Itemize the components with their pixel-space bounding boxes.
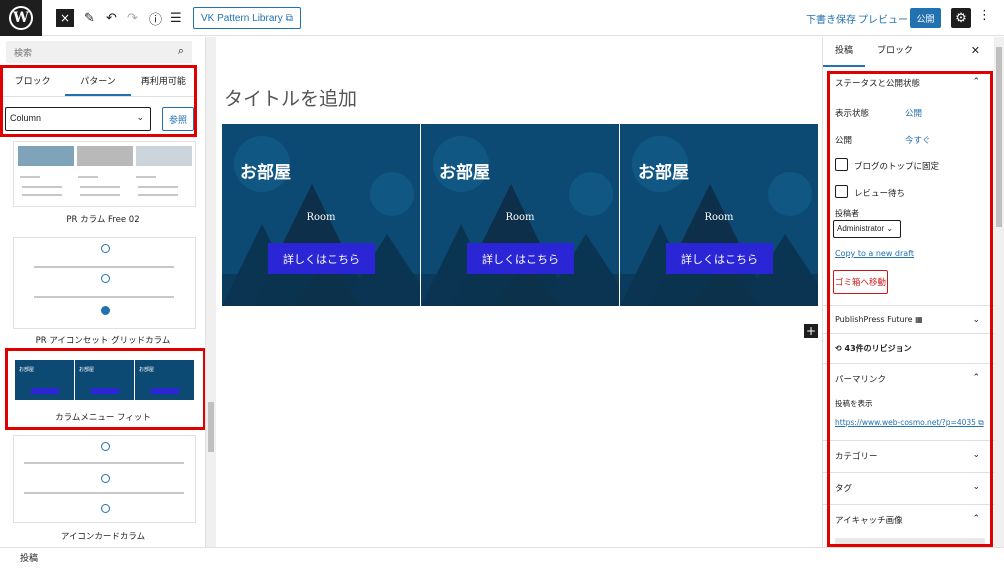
close-icon[interactable]: ✕ [971, 44, 980, 57]
info-icon[interactable]: ⓘ [149, 8, 162, 28]
redo-icon[interactable]: ↷ [127, 8, 138, 28]
column-card[interactable]: お部屋 Room 詳しくはこちら [421, 124, 619, 306]
list-view-icon[interactable]: ☰ [170, 8, 182, 28]
undo-icon[interactable]: ↶ [106, 8, 117, 28]
search-icon: ⌕ [177, 44, 184, 57]
highlight-box-tabs [0, 65, 197, 137]
breadcrumb[interactable]: 投稿 [20, 551, 38, 564]
column-subtitle: Room [306, 212, 336, 223]
pattern-label: PR カラム Free 02 [66, 215, 140, 225]
settings-gear-icon[interactable]: ⚙ [951, 8, 971, 28]
tab-post[interactable]: 投稿 [823, 37, 866, 67]
columns-block[interactable]: お部屋 Room 詳しくはこちら お部屋 Room 詳しくはこちら お部屋 Ro… [222, 124, 818, 306]
column-card[interactable]: お部屋 Room 詳しくはこちら [620, 124, 818, 306]
settings-sidebar: 投稿 ブロック ✕ ステータスと公開状態 ⌃ 表示状態 公開 公開 今すぐ ブロ… [822, 37, 994, 547]
tab-block[interactable]: ブロック [865, 37, 925, 67]
column-title: お部屋 [240, 163, 291, 183]
close-inserter-button[interactable]: × [56, 9, 74, 27]
search-input[interactable]: 検索 ⌕ [6, 41, 192, 63]
column-card[interactable]: お部屋 Room 詳しくはこちら [222, 124, 420, 306]
column-title: お部屋 [638, 163, 689, 183]
pattern-label: アイコンカードカラム [60, 532, 146, 542]
block-inserter-panel: 検索 ⌕ ブロック パターン 再利用可能 Column ⌄ 参照 PR カラム … [0, 37, 206, 547]
pattern-label: PR アイコンセット グリッドカラム [35, 336, 171, 346]
block-breadcrumb-bar: 投稿 [0, 547, 1004, 582]
column-subtitle: Room [704, 212, 734, 223]
pattern-preview[interactable] [13, 237, 196, 329]
add-block-button[interactable]: + [804, 324, 818, 338]
publish-button[interactable]: 公開 [910, 8, 941, 28]
details-button[interactable]: 詳しくはこちら [467, 243, 574, 274]
details-button[interactable]: 詳しくはこちら [666, 243, 773, 274]
external-link-icon: ⧉ [285, 12, 293, 24]
sidebar-scrollbar[interactable] [994, 37, 1004, 547]
vk-pattern-library-button[interactable]: VK Pattern Library ⧉ [193, 7, 301, 29]
preview-button[interactable]: プレビュー [858, 11, 908, 26]
more-options-icon[interactable]: ⋮ [978, 8, 991, 23]
save-draft-button[interactable]: 下書き保存 [806, 11, 856, 26]
highlight-box-sidebar [827, 71, 993, 547]
sidebar-tabs: 投稿 ブロック [823, 37, 994, 67]
pattern-preview[interactable] [13, 141, 196, 207]
column-subtitle: Room [505, 212, 535, 223]
editor-toolbar: W × ✎ ↶ ↷ ⓘ ☰ VK Pattern Library ⧉ 下書き保存 … [0, 0, 1004, 36]
column-title: お部屋 [439, 163, 490, 183]
highlight-box-pattern [5, 348, 205, 430]
details-button[interactable]: 詳しくはこちら [268, 243, 375, 274]
wordpress-logo-icon[interactable]: W [0, 0, 42, 36]
pencil-icon[interactable]: ✎ [84, 8, 95, 28]
pattern-preview[interactable] [13, 435, 196, 523]
inserter-scrollbar[interactable] [206, 37, 216, 547]
post-title-input[interactable]: タイトルを追加 [224, 84, 357, 111]
